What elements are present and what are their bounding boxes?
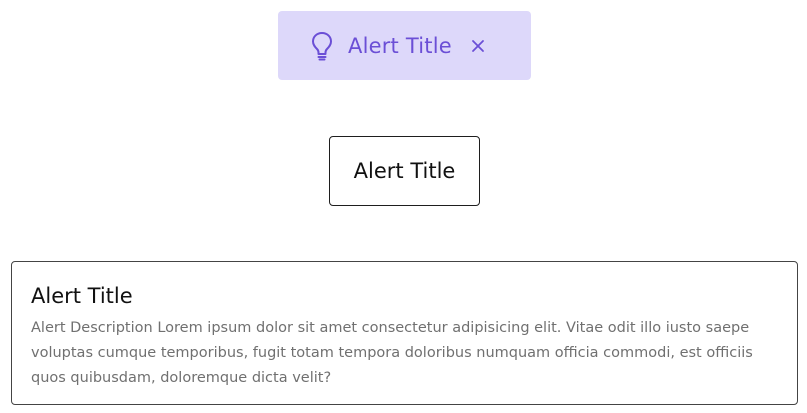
alert-title: Alert Title xyxy=(31,284,133,308)
alert-description: Alert Description Lorem ipsum dolor sit … xyxy=(31,320,753,386)
alert-title: Alert Title xyxy=(353,159,456,183)
close-icon[interactable] xyxy=(468,36,488,56)
alert-tinted: Alert Title xyxy=(278,11,531,80)
alert-outlined: Alert Title xyxy=(329,136,480,206)
alert-title: Alert Title xyxy=(348,33,452,58)
alerts-showcase: Alert Title Alert Title Alert Title Aler… xyxy=(0,0,807,413)
alert-with-description: Alert Title Alert Description Lorem ipsu… xyxy=(11,261,798,405)
lightbulb-icon xyxy=(310,30,334,62)
